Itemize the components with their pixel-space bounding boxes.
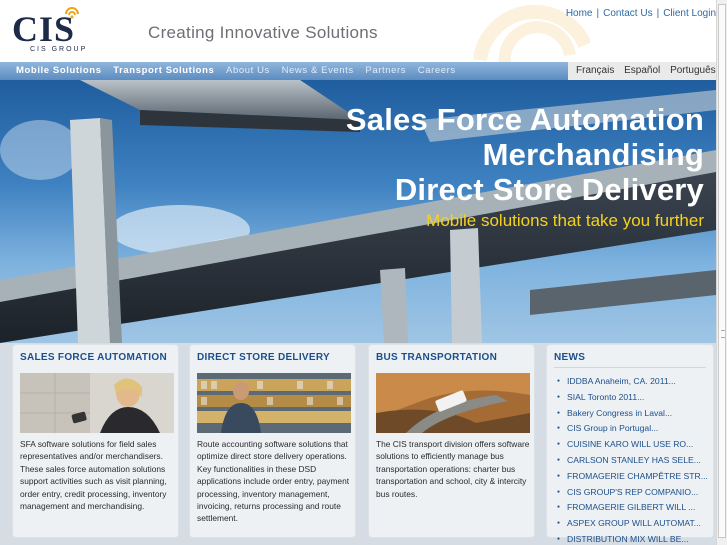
panel-text-bus: The CIS transport division offers softwa… [376,439,530,499]
news-item[interactable]: IDDBA Anaheim, CA. 2011... [557,375,708,391]
panel-text-dsd: Route accounting software solutions that… [197,439,350,524]
news-item[interactable]: CIS GROUP'S REP COMPANIO... [557,486,708,502]
site-header: CIS CIS GROUP Creating Innovative Soluti… [0,0,716,62]
nav-item-transport-solutions[interactable]: Transport Solutions [113,65,214,76]
main-nav: Mobile Solutions Transport Solutions Abo… [0,62,716,80]
language-switcher: Français Español Português [568,62,716,80]
hero-banner: Sales Force Automation Merchandising Dir… [0,80,716,343]
news-item[interactable]: ASPEX GROUP WILL AUTOMAT... [557,517,708,533]
hero-line-sfa: Sales Force Automation [345,102,704,137]
news-item[interactable]: SIAL Toronto 2011... [557,391,708,407]
nav-item-careers[interactable]: Careers [418,65,456,76]
hero-subtitle: Mobile solutions that take you further [426,211,704,230]
news-list: IDDBA Anaheim, CA. 2011... SIAL Toronto … [557,375,708,545]
news-title: NEWS [554,352,586,363]
sfa-photo[interactable] [20,373,174,433]
panel-direct-store-delivery: DIRECT STORE DELIVERY Route accounting s… [189,344,356,538]
vertical-scrollbar[interactable] [716,0,727,545]
news-item[interactable]: CARLSON STANLEY HAS SELE... [557,454,708,470]
news-divider [554,367,706,368]
nav-item-news-events[interactable]: News & Events [282,65,354,76]
content-area: SALES FORCE AUTOMATION SFA software solu… [0,343,716,545]
logo-wordmark: CIS [12,9,76,49]
news-item[interactable]: FROMAGERIE GILBERT WILL ... [557,501,708,517]
news-item[interactable]: FROMAGERIE CHAMPÊTRE STR... [557,470,708,486]
scrollbar-thumb[interactable] [718,4,726,538]
home-link[interactable]: Home [566,8,593,19]
panel-title-sfa[interactable]: SALES FORCE AUTOMATION [20,352,167,363]
nav-item-about-us[interactable]: About Us [226,65,270,76]
hero-line-dsd: Direct Store Delivery [394,172,704,207]
scrollbar-grip-icon [721,330,725,338]
logo-subtitle: CIS GROUP [30,46,88,53]
nav-item-mobile-solutions[interactable]: Mobile Solutions [16,65,102,76]
news-item[interactable]: DISTRIBUTION MIX WILL BE... [557,533,708,545]
contact-us-link[interactable]: Contact Us [603,8,652,19]
dsd-photo[interactable] [197,373,351,433]
language-french[interactable]: Français [576,65,614,76]
panel-title-bus[interactable]: BUS TRANSPORTATION [376,352,497,363]
bus-photo[interactable] [376,373,530,433]
panel-sales-force-automation: SALES FORCE AUTOMATION SFA software solu… [12,344,179,538]
hero-headline: Sales Force Automation Merchandising Dir… [346,102,704,231]
news-item[interactable]: CIS Group in Portugal... [557,422,708,438]
news-item[interactable]: CUISINE KARO WILL USE RO... [557,438,708,454]
top-links: Home | Contact Us | Client Login [565,8,716,19]
panel-text-sfa: SFA software solutions for field sales r… [20,439,167,512]
news-item[interactable]: Bakery Congress in Laval... [557,407,708,423]
news-panel: NEWS IDDBA Anaheim, CA. 2011... SIAL Tor… [546,344,714,544]
hero-line-merchandising: Merchandising [482,137,704,172]
client-login-link[interactable]: Client Login [663,8,716,19]
panel-bus-transportation: BUS TRANSPORTATION The CIS transport div… [368,344,535,538]
language-portuguese[interactable]: Português [670,65,716,76]
nav-item-partners[interactable]: Partners [365,65,406,76]
panel-title-dsd[interactable]: DIRECT STORE DELIVERY [197,352,330,363]
tagline: Creating Innovative Solutions [148,23,378,42]
cis-logo[interactable]: CIS CIS GROUP [10,6,106,54]
language-spanish[interactable]: Español [624,65,660,76]
